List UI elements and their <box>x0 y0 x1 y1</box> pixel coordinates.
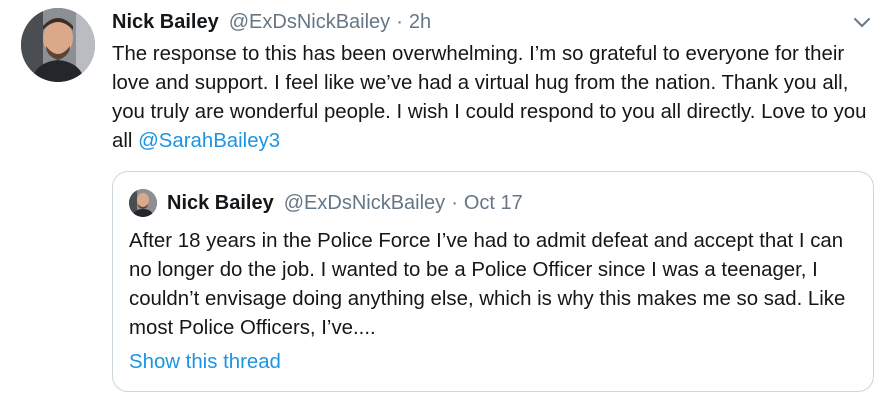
separator-dot: · <box>396 10 403 33</box>
tweet-text: The response to this has been overwhelmi… <box>112 40 872 156</box>
quoted-timestamp[interactable]: Oct 17 <box>464 192 523 215</box>
quoted-text: After 18 years in the Police Force I’ve … <box>129 230 846 339</box>
quoted-avatar[interactable] <box>129 189 157 217</box>
quoted-author-name[interactable]: Nick Bailey <box>167 192 274 215</box>
tweet-header: Nick Bailey @ExDsNickBailey · 2h <box>112 9 431 35</box>
chevron-down-icon <box>854 18 870 27</box>
quoted-separator-dot: · <box>451 191 458 214</box>
show-thread-link[interactable]: Show this thread <box>129 348 281 377</box>
timestamp[interactable]: 2h <box>409 11 431 34</box>
quoted-avatar-photo <box>129 189 157 217</box>
tweet[interactable]: Nick Bailey @ExDsNickBailey · 2h The res… <box>0 0 895 408</box>
avatar-photo <box>21 8 95 82</box>
quoted-author-handle[interactable]: @ExDsNickBailey <box>284 192 445 215</box>
quoted-tweet[interactable]: Nick Bailey @ExDsNickBailey · Oct 17 Aft… <box>112 171 874 392</box>
avatar[interactable] <box>21 8 95 82</box>
author-handle[interactable]: @ExDsNickBailey <box>229 11 390 34</box>
quoted-header: Nick Bailey @ExDsNickBailey · Oct 17 <box>167 190 523 216</box>
more-options-button[interactable] <box>851 12 873 34</box>
mention-link[interactable]: @SarahBailey3 <box>138 130 280 152</box>
author-name[interactable]: Nick Bailey <box>112 11 219 34</box>
